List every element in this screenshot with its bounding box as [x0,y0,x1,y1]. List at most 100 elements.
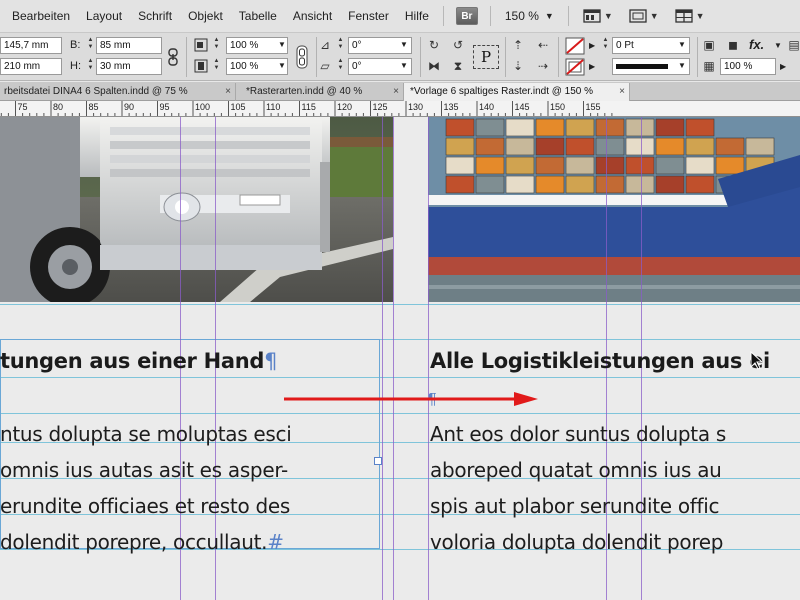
right-headline: Alle Logistikleistungen aus ei [430,349,770,373]
arrange-documents-button[interactable]: ▼ [675,9,705,23]
menu-objekt[interactable]: Objekt [180,9,231,23]
horizontal-ruler[interactable]: 7075808590951001051101151201251301351401… [0,101,800,117]
select-next-icon[interactable]: ⇢ [534,58,552,74]
select-cursor-icon [750,351,764,370]
chevron-down-icon[interactable]: ▼ [678,61,686,70]
baseline-grid-line [0,304,800,305]
control-panel: ▲▼ 145,7 mm 210 mm B: ▲▼ 85 mm H: ▲▼ 30 … [0,33,800,81]
stroke-type-preview [616,64,668,69]
panel-separator [186,37,187,77]
container-box [565,175,595,194]
rotate-cw-icon[interactable]: ↻ [426,37,442,53]
select-container-icon[interactable]: ⇡ [510,37,526,53]
menu-schrift[interactable]: Schrift [130,9,180,23]
bridge-button[interactable]: Br [455,7,478,25]
panel-separator [558,37,559,77]
document-canvas[interactable]: tungen aus einer Hand¶ ntus dolupta se m… [0,117,800,600]
rotate-stepper[interactable]: ▲ ▼ [336,37,345,52]
container-box [565,118,595,137]
select-content-icon[interactable]: ⇣ [510,58,526,74]
flip-vertical-icon[interactable]: ⧗ [450,58,466,74]
menu-hilfe[interactable]: Hilfe [397,9,437,23]
ruler-tick-label: 110 [266,102,281,112]
constrain-scale-icon[interactable] [296,45,308,69]
clear-effects-icon[interactable]: ▤ [788,37,800,53]
menu-layout[interactable]: Layout [78,9,130,23]
chevron-right-icon[interactable]: ▶ [589,62,595,71]
close-icon[interactable]: × [619,83,625,100]
flip-horizontal-icon[interactable]: ⧓ [426,58,442,74]
y-position-field[interactable]: 210 mm [0,58,62,75]
text-frame-glyph-icon: P [473,45,499,69]
chevron-right-icon[interactable]: ▶ [780,62,786,71]
scale-x-stepper[interactable]: ▲ ▼ [212,37,221,52]
tab-vorlage-6-spaltiges-raster[interactable]: *Vorlage 6 spaltiges Raster.indt @ 150 %… [404,83,630,101]
select-previous-icon[interactable]: ⇠ [534,37,552,53]
scale-y-stepper[interactable]: ▲ ▼ [212,58,221,73]
tab-arbeitsdatei[interactable]: rbeitsdatei DINA4 6 Spalten.indd @ 75 % … [0,83,236,101]
height-stepper[interactable]: ▲ ▼ [86,58,95,73]
container-box [625,118,655,137]
close-icon[interactable]: × [225,83,231,100]
chevron-down-icon: ▼ [603,11,613,21]
ruler-tick-label: 145 [514,102,530,112]
container-box [445,156,475,175]
container-box [445,137,475,156]
shear-angle-icon: ▱ [320,59,330,73]
screen-mode-button[interactable]: ▼ [583,9,613,23]
stroke-weight-stepper[interactable]: ▲ ▼ [601,37,610,52]
drop-shadow-icon[interactable]: ▣ [702,37,716,53]
ruler-tick-label: 130 [408,102,424,112]
chevron-down-icon: ▼ [695,11,705,21]
ruler-tick-label: 90 [124,102,135,112]
menu-fenster[interactable]: Fenster [340,9,397,23]
truck-image [0,117,393,302]
container-box [505,118,535,137]
panel-separator [420,37,421,77]
tab-rasterarten[interactable]: *Rasterarten.indd @ 40 % × [236,83,404,101]
column-guide[interactable] [428,117,429,600]
right-line: voloria dolupta dolendit porep [430,530,724,554]
chevron-down-icon[interactable]: ▼ [400,61,408,70]
chevron-down-icon[interactable]: ▼ [678,40,686,49]
ship-photo[interactable] [428,117,800,302]
width-stepper[interactable]: ▲ ▼ [86,37,95,52]
width-field[interactable]: 85 mm [96,37,162,54]
chevron-down-icon[interactable]: ▼ [400,40,408,49]
shear-stepper[interactable]: ▲ ▼ [336,58,345,73]
container-ship-image [428,117,800,302]
frame-out-port[interactable] [374,457,382,465]
container-box [595,137,625,156]
container-box [625,175,655,194]
container-box [715,156,745,175]
menu-ansicht[interactable]: Ansicht [285,9,340,23]
effects-icon[interactable]: fx. [749,37,764,52]
constrain-link-icon[interactable] [166,48,180,66]
truck-photo[interactable] [0,117,393,302]
menu-tabelle[interactable]: Tabelle [231,9,285,23]
chevron-right-icon[interactable]: ▶ [589,41,595,50]
rotate-ccw-icon[interactable]: ↺ [450,37,466,53]
menu-bar: Bearbeiten Layout Schrift Objekt Tabelle… [0,0,800,33]
chevron-down-icon[interactable]: ▼ [278,61,286,70]
close-icon[interactable]: × [393,83,399,100]
container-box [685,156,715,175]
container-box [595,175,625,194]
stroke-swatch-icon[interactable] [565,58,585,76]
chevron-down-icon[interactable]: ▼ [278,40,286,49]
menu-bearbeiten[interactable]: Bearbeiten [0,9,78,23]
zoom-dropdown[interactable]: 150 % ▼ [497,9,562,23]
column-guide[interactable] [393,117,394,600]
container-box [715,137,745,156]
column-guide[interactable] [382,117,383,600]
opacity-field[interactable]: 100 % [720,58,776,75]
fill-swatch-icon[interactable] [565,37,585,55]
container-box [535,175,565,194]
view-options-button[interactable]: ▼ [629,9,659,23]
object-effects-icon[interactable]: ◼ [726,37,740,53]
x-position-field[interactable]: 145,7 mm [0,37,62,54]
chevron-down-icon[interactable]: ▼ [774,41,782,50]
tab-label: *Rasterarten.indd @ 40 % [246,86,363,97]
indesign-window: Bearbeiten Layout Schrift Objekt Tabelle… [0,0,800,600]
height-field[interactable]: 30 mm [96,58,162,75]
